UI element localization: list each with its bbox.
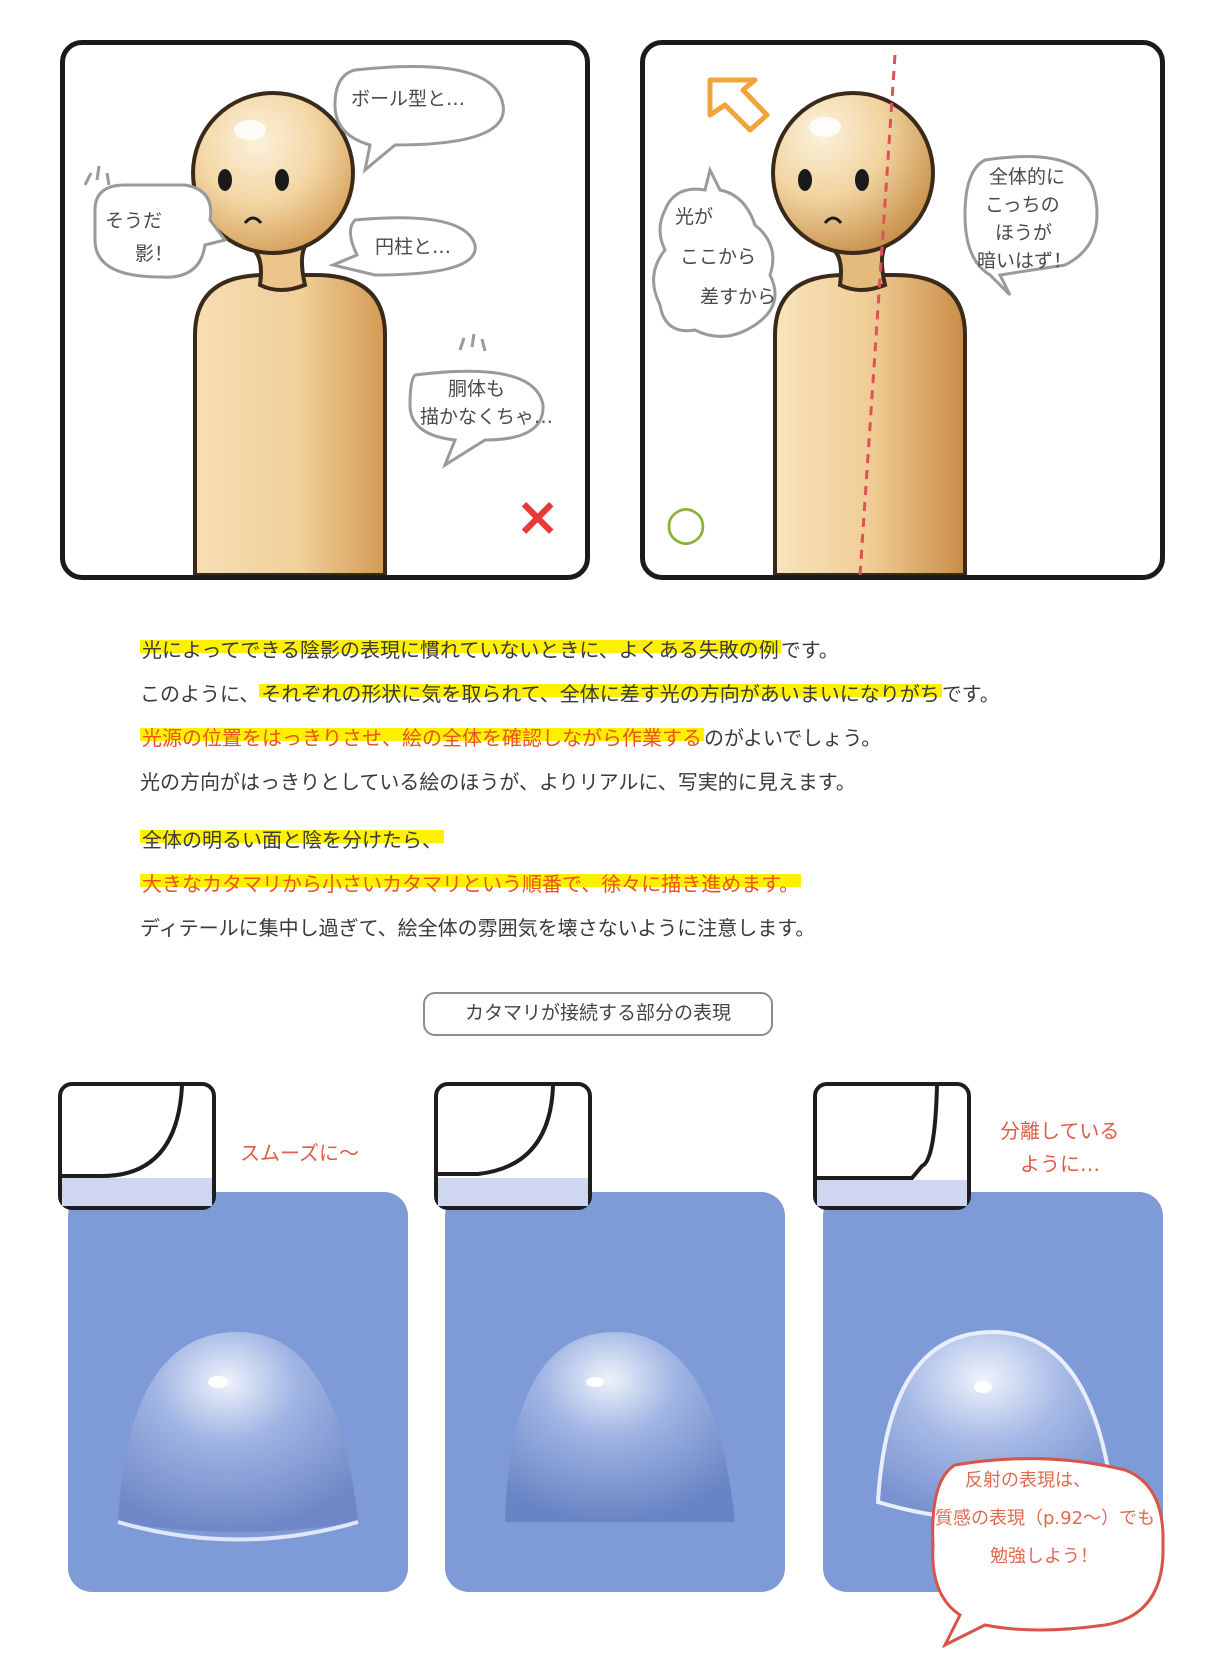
text-line: このように、 それぞれの形状に気を取られて、全体に差す光の方向があいまいになりがち… (140, 682, 1000, 706)
bubble-torso-text-1: 胴体も (448, 378, 506, 400)
bubble-ball-text: ボール型と… (351, 88, 466, 110)
bubble-dark-text-4: 暗いはず！ (977, 250, 1073, 272)
note-line-3: 勉強しよう！ (990, 1546, 1098, 1567)
text-line: 大きなカタマリから小さいカタマリという順番で、徐々に描き進めます。 (140, 872, 802, 896)
text-line: ディテールに集中し過ぎて、絵全体の雰囲気を壊さないように注意します。 (140, 916, 816, 940)
bubble-dark-text-2: こっちの (985, 194, 1060, 216)
bubble-light-text-2: ここから (680, 246, 757, 268)
body-paragraph-2: 全体の明るい面と陰を分けたら、 大きなカタマリから小さいカタマリという順番で、徐… (140, 818, 1140, 950)
bubble-dark-text-3: ほうが (995, 222, 1053, 244)
good-example-panel: 光が ここから 差すから 全体的に こっちの ほうが 暗いはず！ ○ (640, 40, 1165, 580)
bad-example-illustration (83, 65, 545, 575)
bubble-light-text-3: 差すから (700, 286, 777, 308)
note-line-2: 質感の表現（p.92～）でも (935, 1508, 1156, 1529)
text-line: 光の方向がはっきりとしている絵のほうが、よりリアルに、写実的に見えます。 (140, 770, 856, 794)
bubble-shadow-text-2: 影！ (135, 243, 174, 265)
bubble-light-text-1: 光が (675, 206, 714, 228)
text-line: 光によってできる陰影の表現に慣れていないときに、よくある失敗の例 です。 (140, 638, 839, 662)
bubble-torso-text-2: 描かなくちゃ… (420, 406, 554, 428)
note-line-1: 反射の表現は、 (965, 1470, 1091, 1491)
zoom-box-middle (434, 1082, 592, 1210)
zoom-curve-smooth (62, 1085, 212, 1206)
text-line: 全体の明るい面と陰を分けたら、 (140, 828, 444, 852)
bubble-cylinder-text: 円柱と… (375, 236, 452, 258)
smooth-blob-illustration (117, 1332, 359, 1542)
text-line: 光源の位置をはっきりさせ、絵の全体を確認しながら作業する のがよいでしょう。 (140, 726, 882, 750)
zoom-box-smooth (58, 1082, 216, 1210)
zoom-curve-separate (817, 1085, 967, 1206)
circle-mark-icon: ○ (665, 495, 707, 551)
sample-middle (445, 1192, 785, 1592)
separate-caption-1: 分離している (1000, 1119, 1120, 1143)
middle-blob-illustration (505, 1332, 735, 1522)
cross-mark-icon: × (515, 485, 561, 548)
zoom-box-separate (813, 1082, 971, 1210)
sample-smooth (68, 1192, 408, 1592)
bad-example-panel: ボール型と… そうだ 影！ 円柱と… 胴体も 描かなくちゃ… × (60, 40, 590, 580)
bubble-shadow-text-1: そうだ (105, 210, 163, 232)
section-title: カタマリが接続する部分の表現 (423, 992, 773, 1036)
separate-caption-2: ように… (1020, 1152, 1100, 1176)
body-paragraph-1: 光によってできる陰影の表現に慣れていないときに、よくある失敗の例 です。 このよう… (140, 628, 1140, 804)
zoom-curve-middle (438, 1085, 588, 1206)
bubble-dark-text-1: 全体的に (989, 166, 1066, 188)
smooth-caption: スムーズに～ (240, 1141, 359, 1165)
